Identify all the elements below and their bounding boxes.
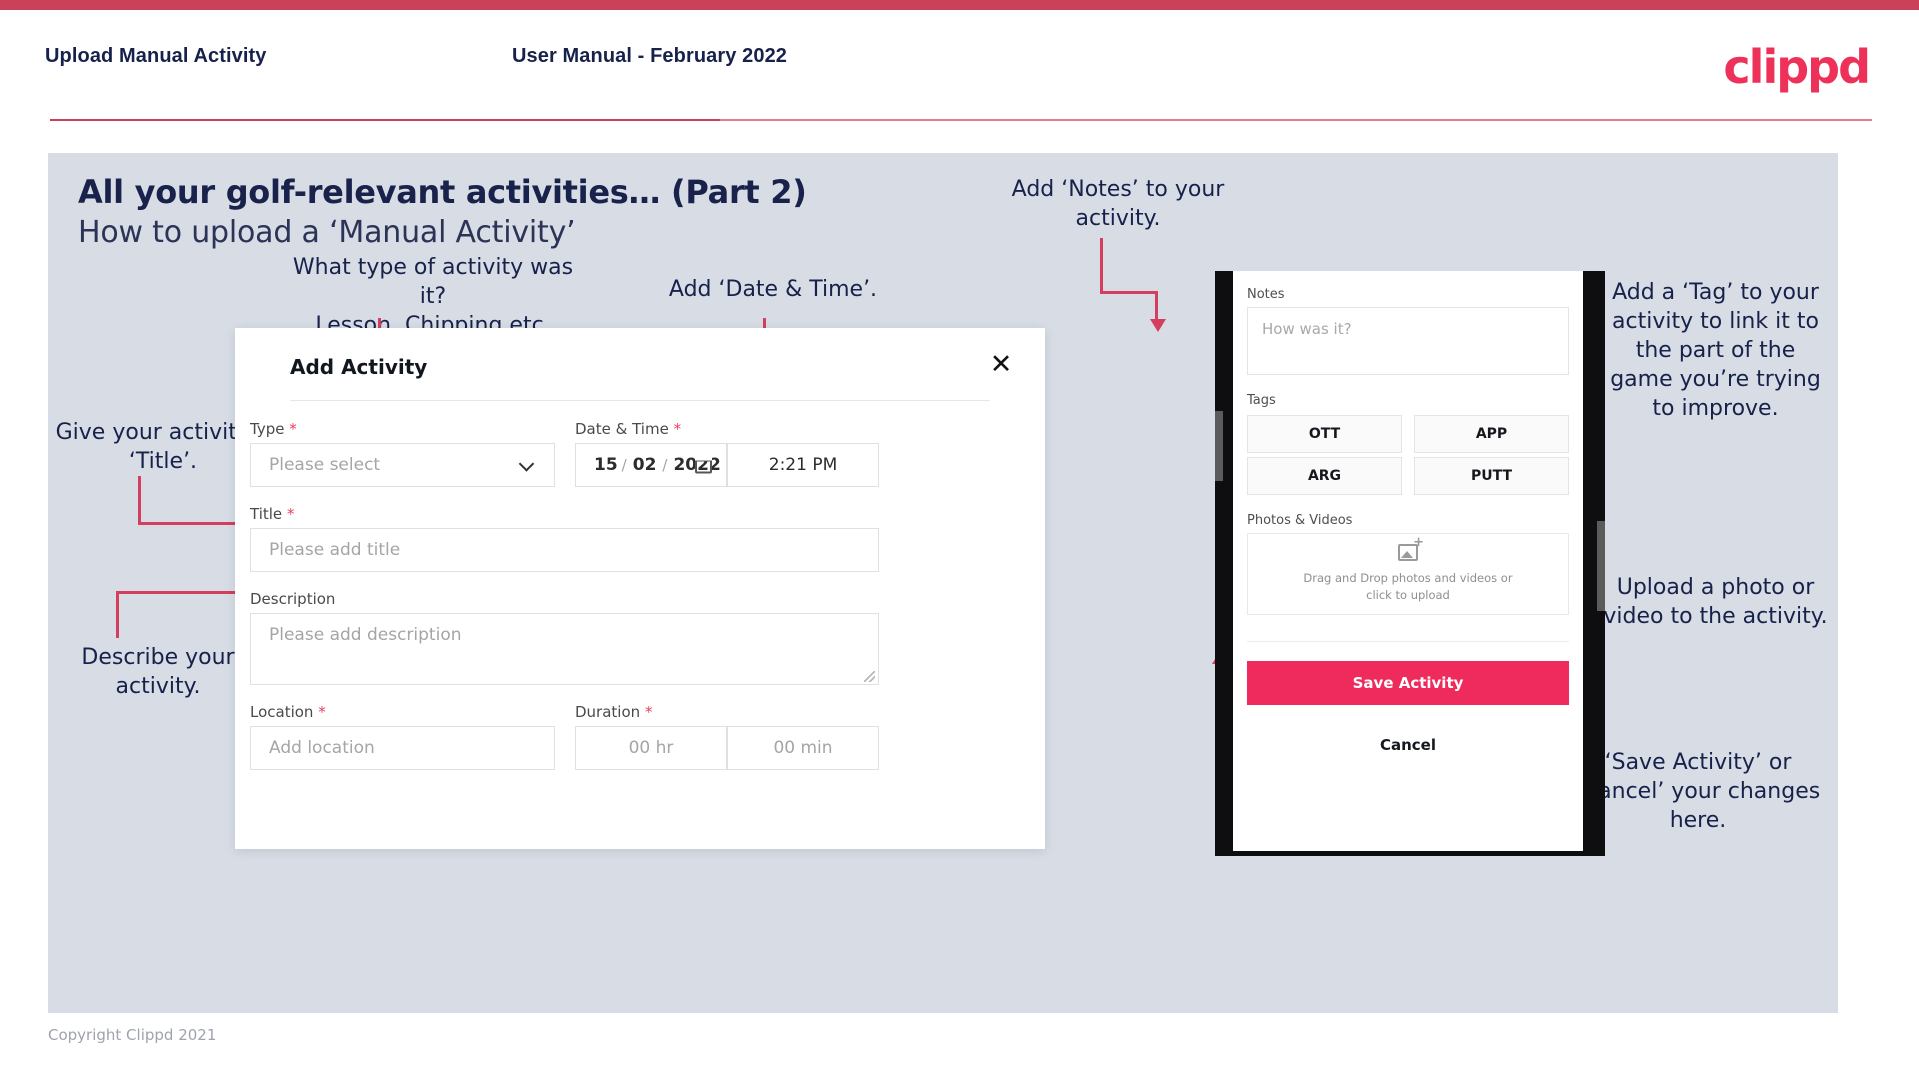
duration-minutes-input[interactable]: 00 min (727, 726, 879, 770)
dropzone-line-1: Drag and Drop photos and videos or (1303, 571, 1513, 585)
footer-copyright: Copyright Clippd 2021 (48, 1026, 217, 1044)
date-sep-1: / (621, 456, 627, 474)
time-input[interactable]: 2:21 PM (727, 443, 879, 487)
duration-hours-placeholder: 00 hr (628, 738, 674, 758)
phone-divider (1247, 641, 1569, 642)
tag-button-ott[interactable]: OTT (1247, 415, 1402, 453)
connector-title-v (138, 476, 141, 524)
type-required-marker: * (289, 420, 297, 438)
annotation-type: What type of activity was it? Lesson, Ch… (292, 255, 574, 338)
dialog-title: Add Activity (290, 355, 428, 379)
location-label-text: Location (250, 703, 314, 721)
duration-minutes-placeholder: 00 min (773, 738, 833, 758)
date-month: 02 (632, 455, 657, 475)
add-activity-dialog: Add Activity ✕ Type * Please select Date… (235, 328, 1045, 849)
tags-label: Tags (1247, 393, 1276, 408)
description-label: Description (250, 590, 335, 608)
duration-required-marker: * (644, 703, 653, 721)
connector-notes-arrow (1150, 319, 1166, 332)
dialog-header-divider (290, 400, 990, 401)
datetime-label: Date & Time * (575, 420, 681, 438)
save-activity-button[interactable]: Save Activity (1247, 661, 1569, 705)
time-value: 2:21 PM (768, 455, 838, 475)
top-accent-bar (0, 0, 1919, 10)
type-select[interactable]: Please select (250, 443, 555, 487)
calendar-icon[interactable] (695, 456, 712, 474)
connector-desc-h (116, 591, 246, 594)
datetime-required-marker: * (673, 420, 682, 438)
location-required-marker: * (318, 703, 326, 721)
type-placeholder: Please select (269, 455, 381, 475)
location-placeholder: Add location (269, 738, 375, 758)
title-label-text: Title (250, 505, 283, 523)
phone-mockup: Notes How was it? Tags OTT APP ARG PUTT … (1215, 271, 1605, 856)
phone-screen: Notes How was it? Tags OTT APP ARG PUTT … (1233, 271, 1583, 851)
notes-textarea[interactable]: How was it? (1247, 307, 1569, 375)
annotation-datetime: Add ‘Date & Time’. (668, 277, 878, 302)
page-header: Upload Manual Activity User Manual - Feb… (0, 10, 1919, 125)
title-label: Title * (250, 505, 294, 523)
header-divider-soft (720, 119, 1872, 121)
location-label: Location * (250, 703, 326, 721)
date-input[interactable]: 15 / 02 / 2022 (575, 443, 727, 487)
slide-page: Upload Manual Activity User Manual - Feb… (0, 0, 1919, 1079)
header-center-title: User Manual - February 2022 (512, 45, 788, 67)
date-day: 15 (594, 455, 618, 475)
phone-side-button-right (1597, 521, 1605, 611)
tag-button-app[interactable]: APP (1414, 415, 1569, 453)
notes-label: Notes (1247, 287, 1285, 302)
annotation-tags: Add a ‘Tag’ to your activity to link it … (1610, 280, 1821, 421)
type-label-text: Type (250, 420, 285, 438)
connector-desc-v (116, 593, 119, 638)
connector-notes-h (1100, 291, 1158, 294)
slide-title: All your golf-relevant activities… (Part… (78, 173, 807, 211)
annotation-notes: Add ‘Notes’ to your activity. (1011, 177, 1225, 231)
title-required-marker: * (286, 505, 295, 523)
type-label: Type * (250, 420, 297, 438)
duration-hours-input[interactable]: 00 hr (575, 726, 727, 770)
slide-canvas: All your golf-relevant activities… (Part… (48, 153, 1838, 1013)
header-left-title: Upload Manual Activity (45, 45, 267, 67)
duration-label-text: Duration (575, 703, 641, 721)
annotation-photos: Upload a photo or video to the activity. (1603, 575, 1828, 629)
location-input[interactable]: Add location (250, 726, 555, 770)
add-image-icon (1398, 535, 1424, 561)
dropzone-line-2: click to upload (1366, 588, 1450, 602)
duration-label: Duration * (575, 703, 652, 721)
photos-label: Photos & Videos (1247, 513, 1353, 528)
datetime-label-text: Date & Time (575, 420, 669, 438)
tag-button-putt[interactable]: PUTT (1414, 457, 1569, 495)
description-label-text: Description (250, 590, 336, 608)
title-placeholder: Please add title (269, 540, 401, 560)
connector-notes-v1 (1100, 238, 1103, 294)
close-icon[interactable]: ✕ (983, 346, 1019, 382)
date-sep-2: / (662, 456, 668, 474)
slide-subtitle: How to upload a ‘Manual Activity’ (78, 215, 576, 250)
clippd-logo: clippd (1723, 40, 1871, 94)
description-textarea[interactable]: Please add description (250, 613, 879, 685)
resize-grip-icon[interactable] (864, 671, 875, 682)
notes-placeholder: How was it? (1262, 320, 1352, 338)
description-placeholder: Please add description (269, 625, 462, 645)
cancel-button[interactable]: Cancel (1233, 736, 1583, 754)
connector-notes-v2 (1155, 291, 1158, 321)
tag-button-arg[interactable]: ARG (1247, 457, 1402, 495)
phone-side-button-left (1215, 411, 1223, 481)
photo-dropzone[interactable]: Drag and Drop photos and videos or click… (1247, 533, 1569, 615)
title-input[interactable]: Please add title (250, 528, 879, 572)
chevron-down-icon (518, 456, 535, 472)
